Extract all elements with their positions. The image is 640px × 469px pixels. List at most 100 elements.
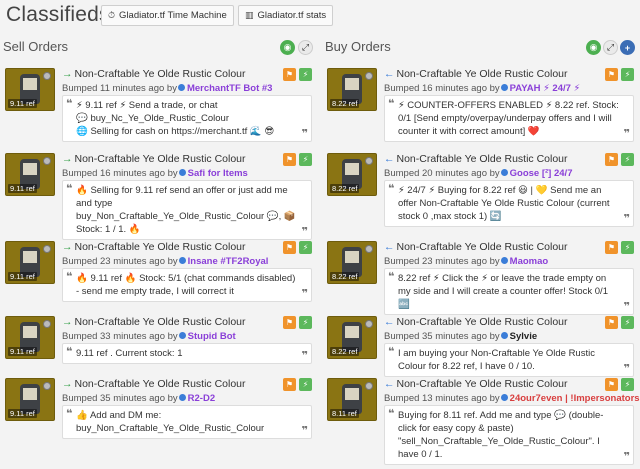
flag-icon[interactable]: ⚑: [283, 68, 296, 81]
user-link[interactable]: Safi for Items: [188, 168, 248, 179]
item-name: Non-Craftable Ye Olde Rustic Colour: [396, 153, 568, 165]
item-thumbnail[interactable]: 9.11 ref: [5, 241, 55, 284]
item-thumbnail[interactable]: 9.11 ref: [5, 378, 55, 421]
quality-dot: [43, 382, 51, 390]
price-tag: 9.11 ref: [8, 99, 37, 108]
item-thumbnail[interactable]: 9.11 ref: [5, 68, 55, 111]
quote-open-icon: ❝: [66, 271, 73, 283]
item-thumbnail[interactable]: 8.11 ref: [327, 378, 377, 421]
item-name: Non-Craftable Ye Olde Rustic Colour: [74, 378, 246, 390]
flag-icon[interactable]: ⚑: [605, 68, 618, 81]
item-thumbnail[interactable]: 8.22 ref: [327, 68, 377, 111]
item-title[interactable]: ← Non-Craftable Ye Olde Rustic Colour: [384, 241, 568, 253]
online-status-icon: [177, 84, 185, 91]
header: Classifieds ⏱ Gladiator.tf Time Machine …: [0, 0, 640, 30]
bar-chart-icon: ▥: [245, 10, 254, 20]
buy-orders-title: Buy Orders: [325, 39, 391, 54]
quote-open-icon: ❝: [388, 98, 395, 110]
lightning-icon[interactable]: ⚡: [621, 316, 634, 329]
eye-icon[interactable]: ◉: [280, 40, 295, 55]
item-title[interactable]: → Non-Craftable Ye Olde Rustic Colour: [62, 68, 246, 80]
listing-comment: ❝ 8.22 ref ⚡ Click the ⚡ or leave the tra…: [384, 268, 634, 315]
item-title[interactable]: → Non-Craftable Ye Olde Rustic Colour: [62, 153, 246, 165]
quote-close-icon: ❞: [301, 288, 308, 300]
lightning-icon[interactable]: ⚡: [621, 241, 634, 254]
item-thumbnail[interactable]: 8.22 ref: [327, 316, 377, 359]
online-status-icon: [500, 169, 508, 176]
quote-close-icon: ❞: [623, 301, 630, 313]
item-title[interactable]: → Non-Craftable Ye Olde Rustic Colour: [62, 316, 246, 328]
quote-close-icon: ❞: [301, 350, 308, 362]
item-title[interactable]: ← Non-Craftable Ye Olde Rustic Colour: [384, 153, 568, 165]
listing-comment: ❝ 👍 Add and DM me: buy_Non_Craftable_Ye_O…: [62, 405, 312, 439]
stats-label: Gladiator.tf stats: [257, 10, 327, 21]
arrow-left-icon: ←: [384, 316, 395, 328]
quote-open-icon: ❝: [66, 346, 73, 358]
flag-icon[interactable]: ⚑: [605, 241, 618, 254]
time-machine-button[interactable]: ⏱ Gladiator.tf Time Machine: [101, 5, 234, 26]
flag-icon[interactable]: ⚑: [605, 153, 618, 166]
add-listing-icon[interactable]: +: [620, 40, 635, 55]
price-tag: 8.22 ref: [330, 184, 360, 193]
lightning-icon[interactable]: ⚡: [299, 153, 312, 166]
item-thumbnail[interactable]: 8.22 ref: [327, 241, 377, 284]
lightning-icon[interactable]: ⚡: [621, 68, 634, 81]
item-thumbnail[interactable]: 9.11 ref: [5, 153, 55, 196]
item-thumbnail[interactable]: 9.11 ref: [5, 316, 55, 359]
bump-info: Bumped 23 minutes ago by Insane #TF2Royal: [62, 256, 268, 267]
item-name: Non-Craftable Ye Olde Rustic Colour: [396, 241, 568, 253]
expand-icon[interactable]: ⤢: [603, 40, 618, 55]
item-thumbnail[interactable]: 8.22 ref: [327, 153, 377, 196]
listing-comment: ❝ ⚡ COUNTER-OFFERS ENABLED ⚡ 8.22 ref. St…: [384, 95, 634, 142]
item-title[interactable]: ← Non-Craftable Ye Olde Rustic Colour: [384, 68, 568, 80]
item-title[interactable]: ← Non-Craftable Ye Olde Rustic Colour: [384, 378, 568, 390]
user-link[interactable]: Stupid Bot: [188, 331, 236, 342]
clock-icon: ⏱: [108, 10, 116, 20]
user-link[interactable]: R2-D2: [188, 393, 215, 404]
quality-dot: [43, 72, 51, 80]
online-status-icon: [178, 257, 186, 264]
online-status-icon: [500, 332, 508, 339]
user-link[interactable]: Insane #TF2Royal: [188, 256, 269, 267]
item-title[interactable]: ← Non-Craftable Ye Olde Rustic Colour: [384, 316, 568, 328]
stats-button[interactable]: ▥ Gladiator.tf stats: [238, 5, 334, 26]
user-link[interactable]: 24our7even | !Impersonators!: [510, 393, 640, 404]
quality-dot: [365, 382, 373, 390]
arrow-left-icon: ←: [384, 153, 395, 165]
lightning-icon[interactable]: ⚡: [299, 241, 312, 254]
user-link[interactable]: Sylvie: [510, 331, 537, 342]
online-status-icon: [500, 84, 508, 91]
flag-icon[interactable]: ⚑: [283, 241, 296, 254]
item-title[interactable]: → Non-Craftable Ye Olde Rustic Colour: [62, 378, 246, 390]
flag-icon[interactable]: ⚑: [283, 316, 296, 329]
arrow-right-icon: →: [62, 68, 73, 80]
flag-icon[interactable]: ⚑: [283, 153, 296, 166]
flag-icon[interactable]: ⚑: [605, 378, 618, 391]
expand-icon[interactable]: ⤢: [298, 40, 313, 55]
lightning-icon[interactable]: ⚡: [299, 378, 312, 391]
item-name: Non-Craftable Ye Olde Rustic Colour: [74, 153, 246, 165]
user-link[interactable]: Goose [²] 24/7: [510, 168, 573, 179]
lightning-icon[interactable]: ⚡: [621, 378, 634, 391]
bump-text: Bumped 23 minutes ago by: [62, 256, 178, 267]
comment-text: I am buying your Non-Craftable Ye Olde R…: [398, 348, 595, 372]
listing-comment: ❝ ⚡ 24/7 ⚡ Buying for 8.22 ref 😃 | 💛 Send…: [384, 180, 634, 227]
user-link[interactable]: PAYAH ⚡ 24/7 ⚡: [510, 83, 581, 94]
flag-icon[interactable]: ⚑: [283, 378, 296, 391]
flag-icon[interactable]: ⚑: [605, 316, 618, 329]
lightning-icon[interactable]: ⚡: [299, 316, 312, 329]
user-link[interactable]: MerchantTF Bot #3: [187, 83, 273, 94]
listing-comment: ❝ 🔥 9.11 ref 🔥 Stock: 5/1 (chat commands …: [62, 268, 312, 302]
item-title[interactable]: → Non-Craftable Ye Olde Rustic Colour: [62, 241, 246, 253]
lightning-icon[interactable]: ⚡: [621, 153, 634, 166]
user-link[interactable]: Maomao: [510, 256, 549, 267]
listing-comment: ❝ ⚡ 9.11 ref ⚡ Send a trade, or chat 💬 bu…: [62, 95, 312, 142]
eye-icon[interactable]: ◉: [586, 40, 601, 55]
lightning-icon[interactable]: ⚡: [299, 68, 312, 81]
sell-orders-column: Sell Orders ◉ ⤢ 9.11 ref → Non-Craftable Y…: [0, 36, 316, 469]
quote-open-icon: ❝: [66, 98, 73, 110]
bump-info: Bumped 16 minutes ago by PAYAH ⚡ 24/7 ⚡: [384, 83, 580, 94]
comment-text: ⚡ COUNTER-OFFERS ENABLED ⚡ 8.22 ref. Sto…: [398, 100, 619, 137]
quality-dot: [43, 245, 51, 253]
sell-orders-title: Sell Orders: [3, 39, 69, 54]
